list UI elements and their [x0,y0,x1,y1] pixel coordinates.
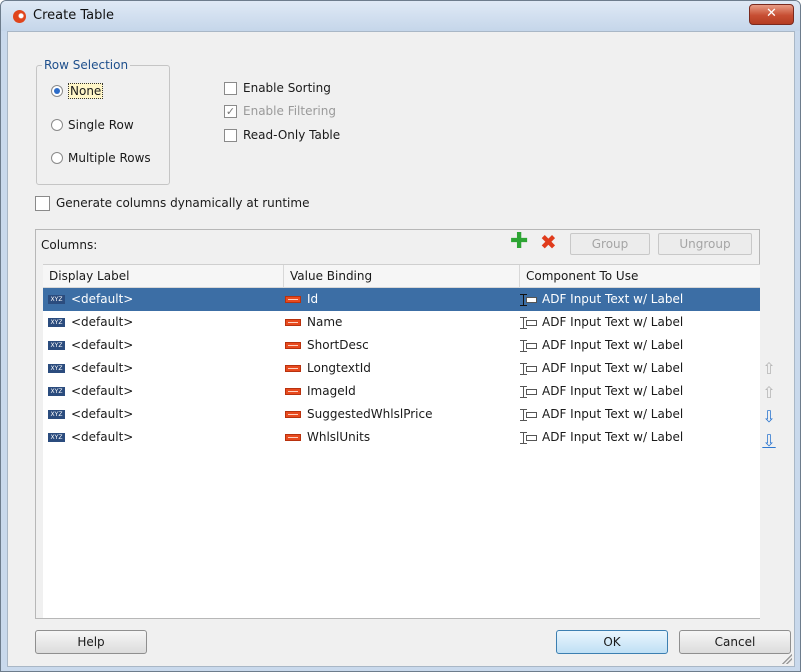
radio-none[interactable]: None [51,82,104,100]
generate-columns-checkbox[interactable] [35,195,50,211]
columns-label: Columns: [41,238,98,252]
move-down-icon[interactable]: ⇩ [760,408,778,426]
radio-button-none[interactable] [51,85,63,97]
table-row[interactable]: XYZ <default> LongtextId ADF Input Text w… [43,357,760,380]
plus-icon[interactable]: ✚ [510,231,528,253]
attribute-icon [285,319,301,326]
attribute-icon [285,365,301,372]
row-selection-group: Row Selection None Single Row Multiple R… [36,58,170,185]
component-cell[interactable]: ADF Input Text w/ Label [520,311,683,334]
display-label-cell[interactable]: XYZ <default> [48,380,133,403]
columns-panel: Columns: ✚ ✖ Group Ungroup Display Label… [35,229,760,619]
input-text-icon [520,293,538,306]
radio-button-single-row[interactable] [51,119,63,131]
value-binding-cell[interactable]: Id [285,288,318,311]
xyz-text-icon: XYZ [48,318,65,327]
radio-multiple-rows-label: Multiple Rows [68,151,151,165]
radio-none-label: None [68,83,104,99]
xyz-text-icon: XYZ [48,364,65,373]
component-cell[interactable]: ADF Input Text w/ Label [520,426,683,449]
header-value-binding[interactable]: Value Binding [283,265,519,287]
generate-columns-option[interactable]: Generate columns dynamically at runtime [35,194,309,212]
component-cell[interactable]: ADF Input Text w/ Label [520,380,683,403]
component-cell[interactable]: ADF Input Text w/ Label [520,357,683,380]
component-cell[interactable]: ADF Input Text w/ Label [520,288,683,311]
value-binding-cell[interactable]: ImageId [285,380,356,403]
table-row[interactable]: XYZ <default> ShortDesc ADF Input Text w/… [43,334,760,357]
value-binding-cell[interactable]: SuggestedWhlslPrice [285,403,432,426]
input-text-icon [520,385,538,398]
display-label-cell[interactable]: XYZ <default> [48,334,133,357]
resize-grip[interactable] [782,654,792,664]
component-cell[interactable]: ADF Input Text w/ Label [520,403,683,426]
table-row[interactable]: XYZ <default> WhlslUnits ADF Input Text w… [43,426,760,449]
input-text-icon [520,362,538,375]
table-header: Display Label Value Binding Component To… [43,265,760,288]
move-to-bottom-icon[interactable]: ⇩ [760,432,778,450]
move-to-top-icon: ⇧ [762,359,776,378]
enable-filtering-label: Enable Filtering [243,104,336,118]
display-label-cell[interactable]: XYZ <default> [48,403,133,426]
generate-columns-label: Generate columns dynamically at runtime [56,196,310,210]
display-label-cell[interactable]: XYZ <default> [48,426,133,449]
create-table-dialog: Create Table ✕ Row Selection None Single… [0,0,801,672]
enable-sorting-label: Enable Sorting [243,81,331,95]
xyz-text-icon: XYZ [48,341,65,350]
attribute-icon [285,411,301,418]
group-button: Group [570,233,650,255]
attribute-icon [285,434,301,441]
columns-table: Display Label Value Binding Component To… [43,264,760,618]
xyz-text-icon: XYZ [48,433,65,442]
input-text-icon [520,339,538,352]
enable-filtering-checkbox: ✓ [224,104,237,118]
radio-single-row-label: Single Row [68,118,134,132]
read-only-label: Read-Only Table [243,128,341,142]
input-text-icon [520,431,538,444]
table-row[interactable]: XYZ <default> Name ADF Input Text w/ Labe… [43,311,760,334]
header-display-label[interactable]: Display Label [43,265,283,287]
oracle-logo-icon [13,10,26,23]
radio-single-row[interactable]: Single Row [51,116,134,134]
move-up-icon: ⇧ [762,383,776,402]
value-binding-cell[interactable]: Name [285,311,342,334]
attribute-icon [285,342,301,349]
attribute-icon [285,296,301,303]
component-cell[interactable]: ADF Input Text w/ Label [520,334,683,357]
ok-button[interactable]: OK [556,630,668,654]
ungroup-button: Ungroup [658,233,752,255]
radio-button-multiple-rows[interactable] [51,152,63,164]
table-row[interactable]: XYZ <default> ImageId ADF Input Text w/ L… [43,380,760,403]
value-binding-cell[interactable]: WhlslUnits [285,426,370,449]
read-only-option[interactable]: Read-Only Table [224,126,340,144]
header-component-to-use[interactable]: Component To Use [519,265,760,287]
enable-filtering-option: ✓ Enable Filtering [224,102,336,120]
cancel-button[interactable]: Cancel [679,630,791,654]
delete-icon[interactable]: ✖ [540,232,557,252]
value-binding-cell[interactable]: ShortDesc [285,334,369,357]
enable-sorting-checkbox[interactable] [224,81,237,95]
display-label-cell[interactable]: XYZ <default> [48,288,133,311]
table-row[interactable]: XYZ <default> SuggestedWhlslPrice ADF Inp… [43,403,760,426]
input-text-icon [520,408,538,421]
input-text-icon [520,316,538,329]
help-button[interactable]: Help [35,630,147,654]
display-label-cell[interactable]: XYZ <default> [48,311,133,334]
xyz-text-icon: XYZ [48,295,65,304]
xyz-text-icon: XYZ [48,387,65,396]
attribute-icon [285,388,301,395]
table-row[interactable]: XYZ <default> Id ADF Input Text w/ Label [43,288,760,311]
row-selection-legend: Row Selection [42,58,131,72]
display-label-cell[interactable]: XYZ <default> [48,357,133,380]
close-button[interactable]: ✕ [749,4,794,25]
value-binding-cell[interactable]: LongtextId [285,357,371,380]
radio-multiple-rows[interactable]: Multiple Rows [51,149,151,167]
read-only-checkbox[interactable] [224,128,237,142]
title-bar[interactable]: Create Table ✕ [1,1,800,31]
enable-sorting-option[interactable]: Enable Sorting [224,79,331,97]
dialog-body: Row Selection None Single Row Multiple R… [7,31,795,667]
xyz-text-icon: XYZ [48,410,65,419]
dialog-title: Create Table [33,8,114,23]
